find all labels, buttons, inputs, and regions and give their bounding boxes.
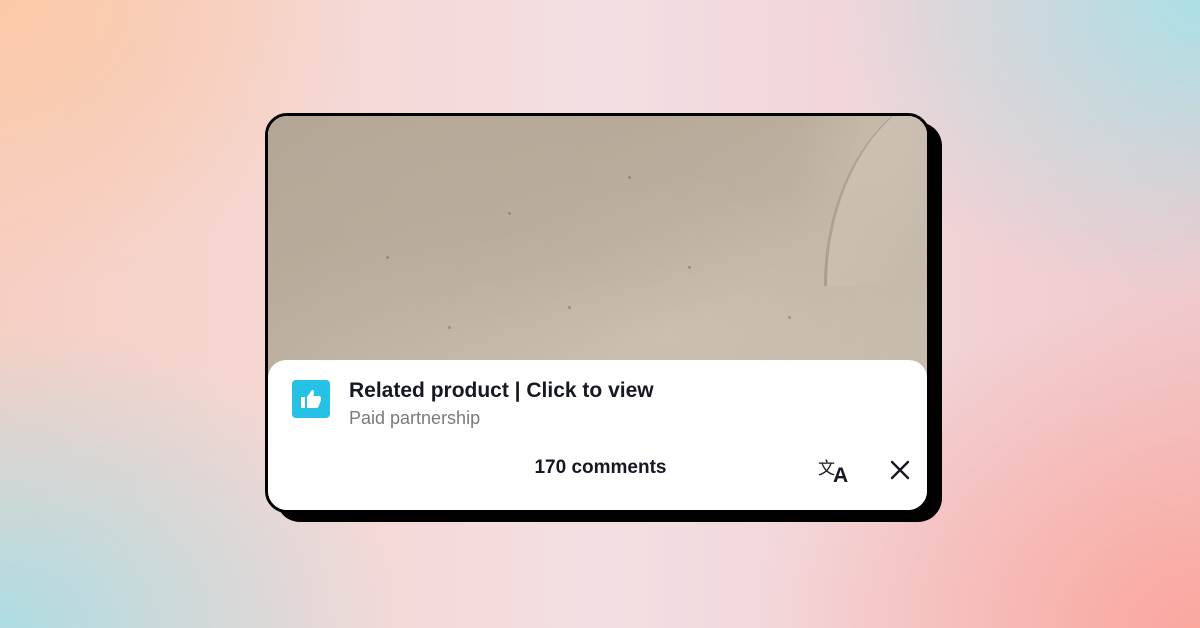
related-product-text: Related product | Click to view Paid par…	[349, 378, 654, 430]
fabric-speck	[448, 326, 451, 329]
thumbs-up-icon	[292, 380, 330, 418]
translate-button[interactable]: 文 A	[816, 454, 852, 490]
video-card: Related product | Click to view Paid par…	[265, 113, 930, 513]
paid-partnership-label: Paid partnership	[349, 408, 481, 428]
fabric-speck	[508, 212, 511, 215]
comments-sheet: Related product | Click to view Paid par…	[268, 360, 927, 510]
video-frame[interactable]	[268, 116, 927, 376]
fabric-fold	[824, 116, 927, 286]
fabric-speck	[568, 306, 571, 309]
related-product-banner[interactable]: Related product | Click to view Paid par…	[292, 378, 654, 430]
translate-icon: 文 A	[817, 455, 851, 490]
fabric-speck	[628, 176, 631, 179]
close-icon	[889, 459, 911, 486]
related-product-title[interactable]: Related product | Click to view	[349, 378, 654, 404]
close-button[interactable]	[882, 454, 918, 490]
svg-text:A: A	[833, 464, 848, 485]
fabric-speck	[788, 316, 791, 319]
fabric-speck	[688, 266, 691, 269]
fabric-speck	[386, 256, 389, 259]
